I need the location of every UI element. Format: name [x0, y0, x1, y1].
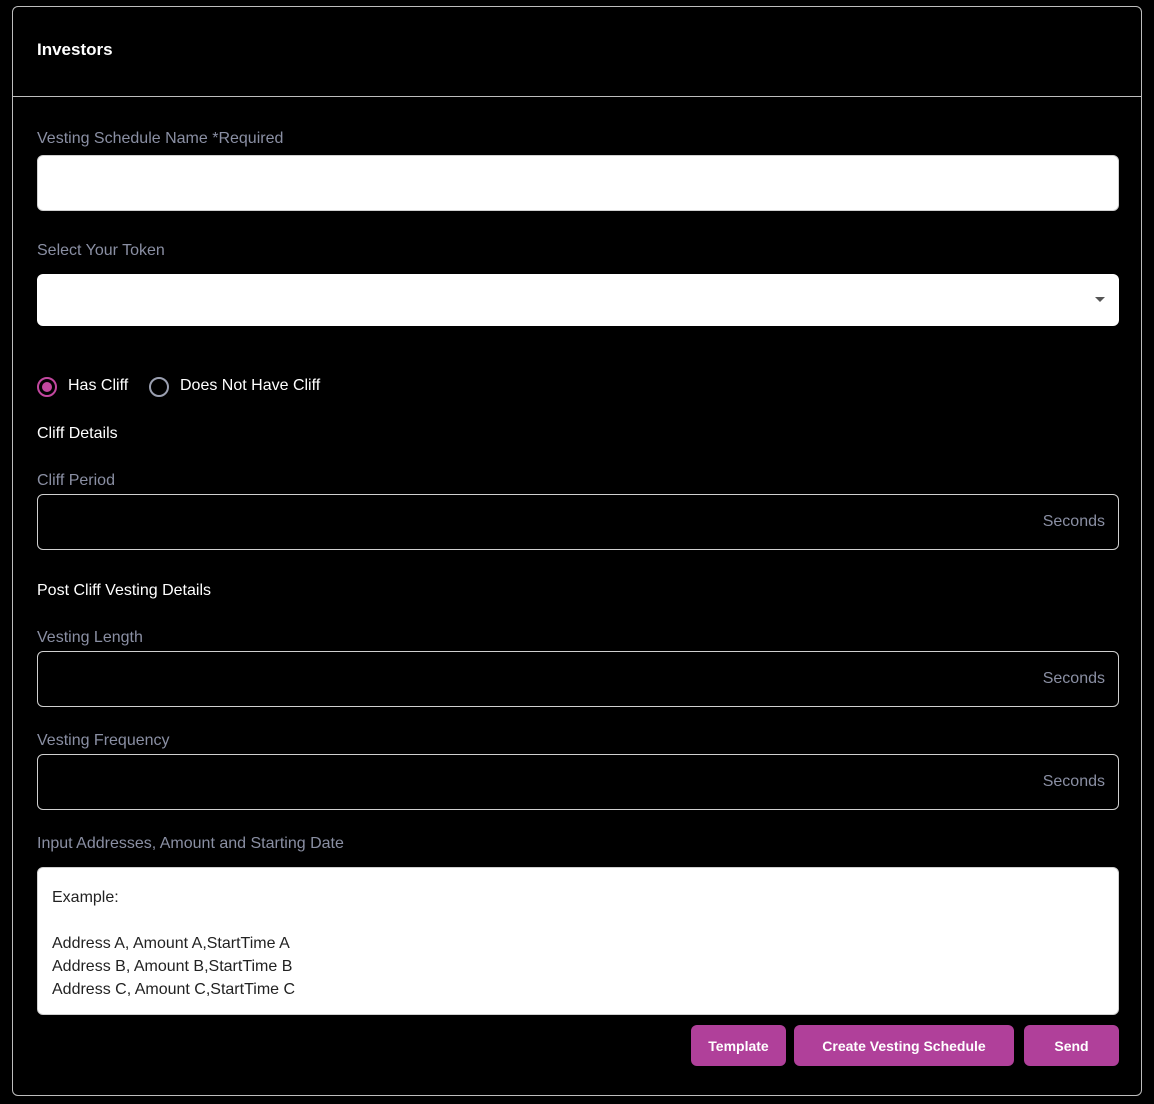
textarea-line: Example:	[52, 889, 119, 906]
cliff-period-input[interactable]	[38, 495, 998, 549]
create-vesting-schedule-button[interactable]: Create Vesting Schedule	[794, 1025, 1014, 1066]
vesting-length-unit: Seconds	[1042, 670, 1105, 687]
cliff-period-unit: Seconds	[1042, 513, 1105, 530]
no-cliff-label[interactable]: Does Not Have Cliff	[180, 377, 320, 395]
has-cliff-label[interactable]: Has Cliff	[68, 377, 128, 395]
page-title: Investors	[37, 40, 113, 59]
chevron-down-icon	[1095, 297, 1105, 302]
schedule-name-input[interactable]	[37, 155, 1119, 211]
addresses-textarea[interactable]: Example: Address A, Amount A,StartTime A…	[37, 867, 1119, 1015]
textarea-line: Address A, Amount A,StartTime A	[52, 935, 290, 952]
vesting-frequency-label: Vesting Frequency	[37, 732, 170, 749]
vesting-frequency-unit: Seconds	[1042, 773, 1105, 790]
vesting-length-input[interactable]	[38, 652, 998, 706]
schedule-name-label: Vesting Schedule Name *Required	[37, 130, 284, 147]
vesting-length-label: Vesting Length	[37, 629, 143, 646]
vesting-frequency-field: Seconds	[37, 754, 1119, 810]
textarea-line: Address C, Amount C,StartTime C	[52, 981, 296, 998]
cliff-period-field: Seconds	[37, 494, 1119, 550]
textarea-line: Address B, Amount B,StartTime B	[52, 958, 293, 975]
has-cliff-radio[interactable]	[37, 377, 57, 397]
cliff-details-heading: Cliff Details	[37, 425, 118, 442]
send-button[interactable]: Send	[1024, 1025, 1119, 1066]
no-cliff-radio[interactable]	[149, 377, 169, 397]
vesting-frequency-input[interactable]	[38, 755, 998, 809]
investors-card: Investors Vesting Schedule Name *Require…	[12, 6, 1142, 1096]
textarea-line	[52, 909, 1104, 932]
token-select-label: Select Your Token	[37, 242, 165, 259]
vesting-length-field: Seconds	[37, 651, 1119, 707]
addresses-label: Input Addresses, Amount and Starting Dat…	[37, 835, 344, 852]
post-cliff-heading: Post Cliff Vesting Details	[37, 582, 212, 599]
template-button[interactable]: Template	[691, 1025, 786, 1066]
cliff-period-label: Cliff Period	[37, 472, 115, 489]
token-select[interactable]	[37, 274, 1119, 326]
card-header: Investors	[13, 7, 1141, 97]
